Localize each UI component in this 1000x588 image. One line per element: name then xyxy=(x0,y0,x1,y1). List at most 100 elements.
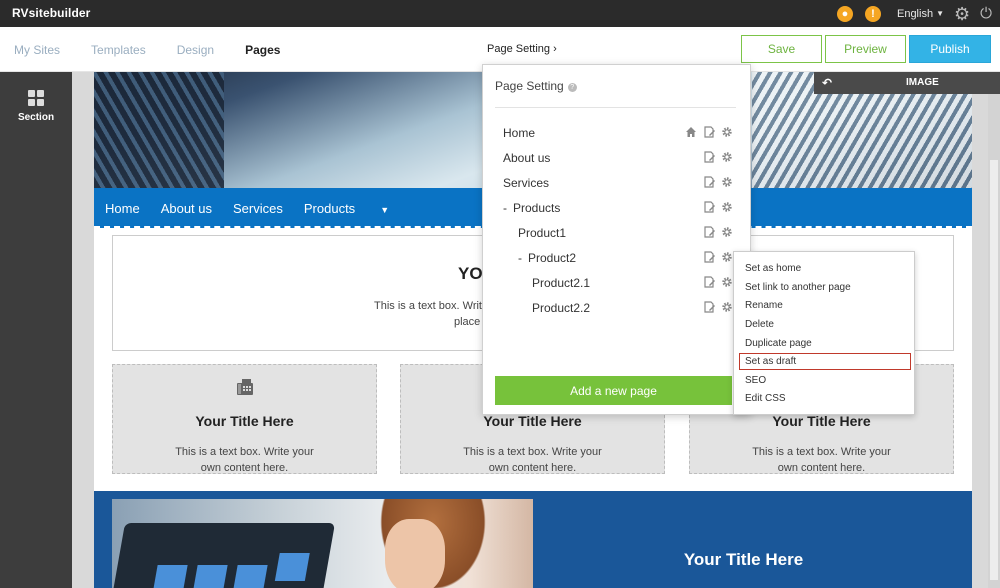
brand-logo: RVsitebuilder xyxy=(12,6,91,20)
page-context-menu: Set as home Set link to another page Ren… xyxy=(733,251,915,415)
preview-button[interactable]: Preview xyxy=(825,35,906,63)
tablet-tile xyxy=(192,565,228,588)
add-page-button[interactable]: Add a new page xyxy=(495,376,732,405)
page-name: Services xyxy=(503,176,550,190)
feature-card[interactable]: Your Title Here This is a text box. Writ… xyxy=(112,364,377,474)
menu-item-delete[interactable]: Delete xyxy=(745,319,774,330)
page-setting-breadcrumb[interactable]: Page Setting › xyxy=(487,43,557,55)
page-name: Products xyxy=(513,201,561,215)
menu-item-rename[interactable]: Rename xyxy=(745,300,783,311)
back-arrow-icon[interactable]: ↶ xyxy=(822,76,832,90)
page-row[interactable]: Home xyxy=(503,126,733,144)
site-nav-products[interactable]: Products ▼ xyxy=(304,201,410,216)
menu-item-set-as-draft[interactable]: Set as draft xyxy=(745,356,796,367)
language-label: English xyxy=(896,7,934,20)
intro-text: This is a text box. Write xyxy=(374,300,489,312)
card-text-line: This is a text box. Write your xyxy=(463,446,602,458)
chevron-down-icon: ▼ xyxy=(936,9,944,18)
menu-item-set-link[interactable]: Set link to another page xyxy=(745,282,851,293)
gear-icon[interactable] xyxy=(721,251,733,263)
card-title: Your Title Here xyxy=(772,413,871,429)
section-label: Section xyxy=(17,112,55,123)
gear-icon[interactable] xyxy=(721,276,733,288)
page-row[interactable]: About us xyxy=(503,151,733,169)
bell-icon[interactable]: ● xyxy=(836,5,853,22)
tablet-tile xyxy=(232,565,268,588)
image-toolbar: ↶ IMAGE xyxy=(814,72,1000,94)
gear-icon[interactable] xyxy=(721,126,733,138)
page-name: Home xyxy=(503,126,536,140)
page-label: - Product2 xyxy=(518,251,576,265)
site-nav-services[interactable]: Services xyxy=(233,201,283,216)
page-row[interactable]: Product2.2 xyxy=(503,301,733,319)
alert-icon[interactable]: ! xyxy=(864,5,881,22)
page-row[interactable]: Product2.1 xyxy=(503,276,733,294)
page-label: Product2.1 xyxy=(532,276,590,290)
bottom-section[interactable]: Your Title Here xyxy=(94,491,972,588)
hero-building-left xyxy=(94,72,224,188)
page-edit-icon[interactable] xyxy=(703,226,715,238)
page-row[interactable]: Services xyxy=(503,176,733,194)
bottom-title: Your Title Here xyxy=(683,550,804,569)
card-text-line: own content here. xyxy=(200,462,289,474)
intro-text-2: place xyxy=(454,316,481,328)
scrollbar-thumb[interactable] xyxy=(990,160,998,580)
tablet-tile xyxy=(152,565,188,588)
left-sidebar: Section xyxy=(0,72,72,588)
image-toolbar-label: IMAGE xyxy=(906,77,939,88)
page-edit-icon[interactable] xyxy=(703,126,715,138)
power-icon[interactable]: ⏻ xyxy=(980,5,992,23)
language-selector[interactable]: English ▼ xyxy=(897,8,944,20)
page-name: Product1 xyxy=(518,226,567,240)
top-bar: RVsitebuilder ● ! English ▼ ⚙ ⏻ xyxy=(0,0,1000,27)
publish-button[interactable]: Publish xyxy=(909,35,991,63)
collapse-icon[interactable]: - xyxy=(503,201,507,215)
menu-item-seo[interactable]: SEO xyxy=(745,375,766,386)
menu-item-duplicate[interactable]: Duplicate page xyxy=(745,338,812,349)
gear-icon[interactable] xyxy=(721,226,733,238)
page-edit-icon[interactable] xyxy=(703,176,715,188)
site-nav-home[interactable]: Home xyxy=(105,201,140,216)
panel-title: Page Setting? xyxy=(495,79,577,93)
page-label: Home xyxy=(503,126,535,140)
gear-icon[interactable] xyxy=(721,151,733,163)
tablet-tile xyxy=(274,553,310,581)
page-row[interactable]: Product1 xyxy=(503,226,733,244)
page-edit-icon[interactable] xyxy=(703,151,715,163)
collapse-icon[interactable]: - xyxy=(518,251,522,265)
section-tool[interactable]: Section xyxy=(0,90,72,123)
gear-icon[interactable] xyxy=(721,201,733,213)
page-row[interactable]: - Product2 xyxy=(503,251,733,269)
gear-icon[interactable] xyxy=(721,176,733,188)
site-nav-about[interactable]: About us xyxy=(161,201,212,216)
card-title: Your Title Here xyxy=(195,413,294,429)
home-icon[interactable] xyxy=(685,126,697,138)
tab-design[interactable]: Design xyxy=(177,43,214,57)
bottom-panel: Your Title Here xyxy=(533,499,954,588)
page-edit-icon[interactable] xyxy=(703,276,715,288)
panel-divider xyxy=(495,107,736,108)
page-name: Product2.1 xyxy=(532,276,591,290)
tab-templates[interactable]: Templates xyxy=(91,43,146,57)
page-label: Product2.2 xyxy=(532,301,590,315)
save-button[interactable]: Save xyxy=(741,35,822,63)
chevron-right-icon: › xyxy=(553,43,557,55)
page-edit-icon[interactable] xyxy=(703,201,715,213)
bottom-photo xyxy=(112,499,533,588)
intro-title: YO xyxy=(458,264,483,283)
panel-title-label: Page Setting xyxy=(495,79,564,93)
card-text-line: own content here. xyxy=(488,462,577,474)
gear-icon[interactable] xyxy=(721,301,733,313)
gear-icon[interactable]: ⚙ xyxy=(954,5,970,23)
menu-item-set-as-home[interactable]: Set as home xyxy=(745,263,801,274)
page-edit-icon[interactable] xyxy=(703,301,715,313)
tab-pages[interactable]: Pages xyxy=(245,43,280,57)
tab-my-sites[interactable]: My Sites xyxy=(14,43,60,57)
page-name: Product2 xyxy=(528,251,577,265)
page-row[interactable]: - Products xyxy=(503,201,733,219)
secondary-nav: My Sites Templates Design Pages xyxy=(14,43,311,57)
page-edit-icon[interactable] xyxy=(703,251,715,263)
page-name: Product2.2 xyxy=(532,301,591,315)
help-icon[interactable]: ? xyxy=(567,83,577,92)
menu-item-edit-css[interactable]: Edit CSS xyxy=(745,393,786,404)
